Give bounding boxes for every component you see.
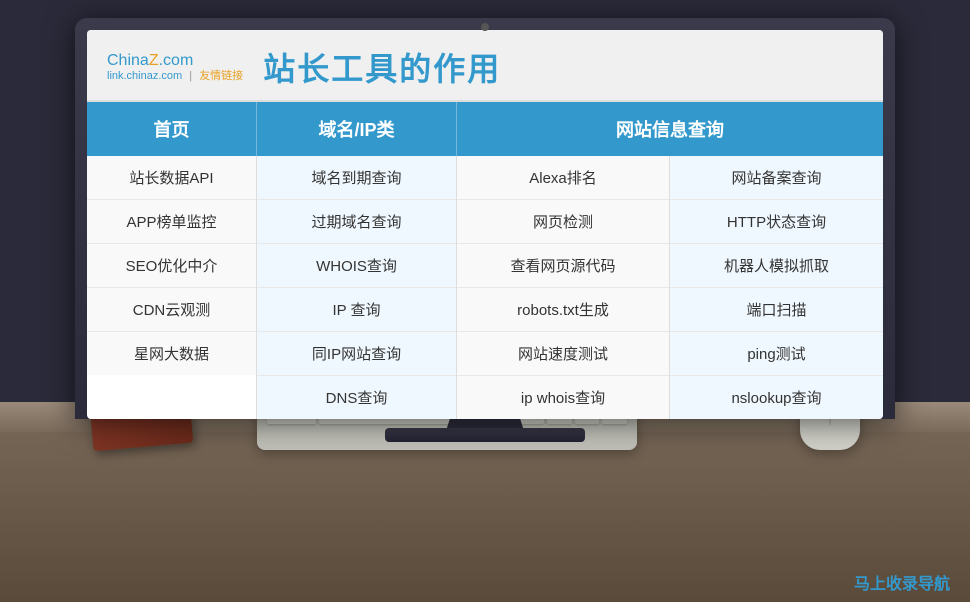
data-sub-col-3b: 网站备案查询 HTTP状态查询 机器人模拟抓取 端口扫描 ping测试 nslo…: [670, 156, 883, 419]
logo-link: link.chinaz.com: [107, 70, 182, 82]
list-item: SEO优化中介: [87, 244, 256, 288]
list-item: ip whois查询: [457, 376, 669, 419]
list-item: 站长数据API: [87, 156, 256, 200]
col-header-2: 域名/IP类: [257, 102, 457, 156]
col-header-3: 网站信息查询: [457, 102, 883, 156]
logo-friend: 友情链接: [199, 70, 243, 82]
data-col-2: 域名到期查询 过期域名查询 WHOIS查询 IP 查询 同IP网站查询 DNS查…: [257, 156, 457, 419]
logo-z: Z: [149, 52, 159, 69]
list-item: 星网大数据: [87, 332, 256, 375]
list-item: nslookup查询: [670, 376, 883, 419]
data-rows: 站长数据API APP榜单监控 SEO优化中介 CDN云观测 星网大数据 域名到…: [87, 156, 883, 419]
logo-china: China: [107, 52, 149, 69]
list-item: 机器人模拟抓取: [670, 244, 883, 288]
page-title: 站长工具的作用: [263, 44, 501, 90]
watermark-text: 马上收录导航: [854, 570, 950, 594]
list-item: 网站备案查询: [670, 156, 883, 200]
monitor-screen: ChinaZ.com link.chinaz.com | 友情链接 站长工具的作…: [87, 30, 883, 419]
camera-dot: [481, 23, 489, 31]
list-item: robots.txt生成: [457, 288, 669, 332]
list-item: DNS查询: [257, 376, 456, 419]
list-item: Alexa排名: [457, 156, 669, 200]
list-item: 域名到期查询: [257, 156, 456, 200]
list-item: 查看网页源代码: [457, 244, 669, 288]
data-col-3: Alexa排名 网页检测 查看网页源代码 robots.txt生成 网站速度测试…: [457, 156, 883, 419]
list-item: CDN云观测: [87, 288, 256, 332]
table-container: 首页 域名/IP类 网站信息查询 站长数据API APP榜单监控 SEO优化中介…: [87, 102, 883, 419]
data-sub-col-3a: Alexa排名 网页检测 查看网页源代码 robots.txt生成 网站速度测试…: [457, 156, 670, 419]
col-header-1: 首页: [87, 102, 257, 156]
list-item: ping测试: [670, 332, 883, 376]
logo-area: ChinaZ.com link.chinaz.com | 友情链接: [107, 51, 243, 83]
monitor-stand-base: [385, 428, 585, 442]
list-item: APP榜单监控: [87, 200, 256, 244]
monitor: ChinaZ.com link.chinaz.com | 友情链接 站长工具的作…: [75, 18, 895, 419]
list-item: 网站速度测试: [457, 332, 669, 376]
list-item: HTTP状态查询: [670, 200, 883, 244]
list-item: 网页检测: [457, 200, 669, 244]
logo-separator: |: [189, 70, 192, 82]
logo-main-text: ChinaZ.com: [107, 51, 243, 70]
list-item: WHOIS查询: [257, 244, 456, 288]
data-col-1: 站长数据API APP榜单监控 SEO优化中介 CDN云观测 星网大数据: [87, 156, 257, 419]
list-item: IP 查询: [257, 288, 456, 332]
logo-subtitle: link.chinaz.com | 友情链接: [107, 70, 243, 83]
list-item: 同IP网站查询: [257, 332, 456, 376]
screen-header: ChinaZ.com link.chinaz.com | 友情链接 站长工具的作…: [87, 30, 883, 102]
column-headers: 首页 域名/IP类 网站信息查询: [87, 102, 883, 156]
list-item: 过期域名查询: [257, 200, 456, 244]
logo-com: .com: [159, 52, 194, 69]
list-item: 端口扫描: [670, 288, 883, 332]
